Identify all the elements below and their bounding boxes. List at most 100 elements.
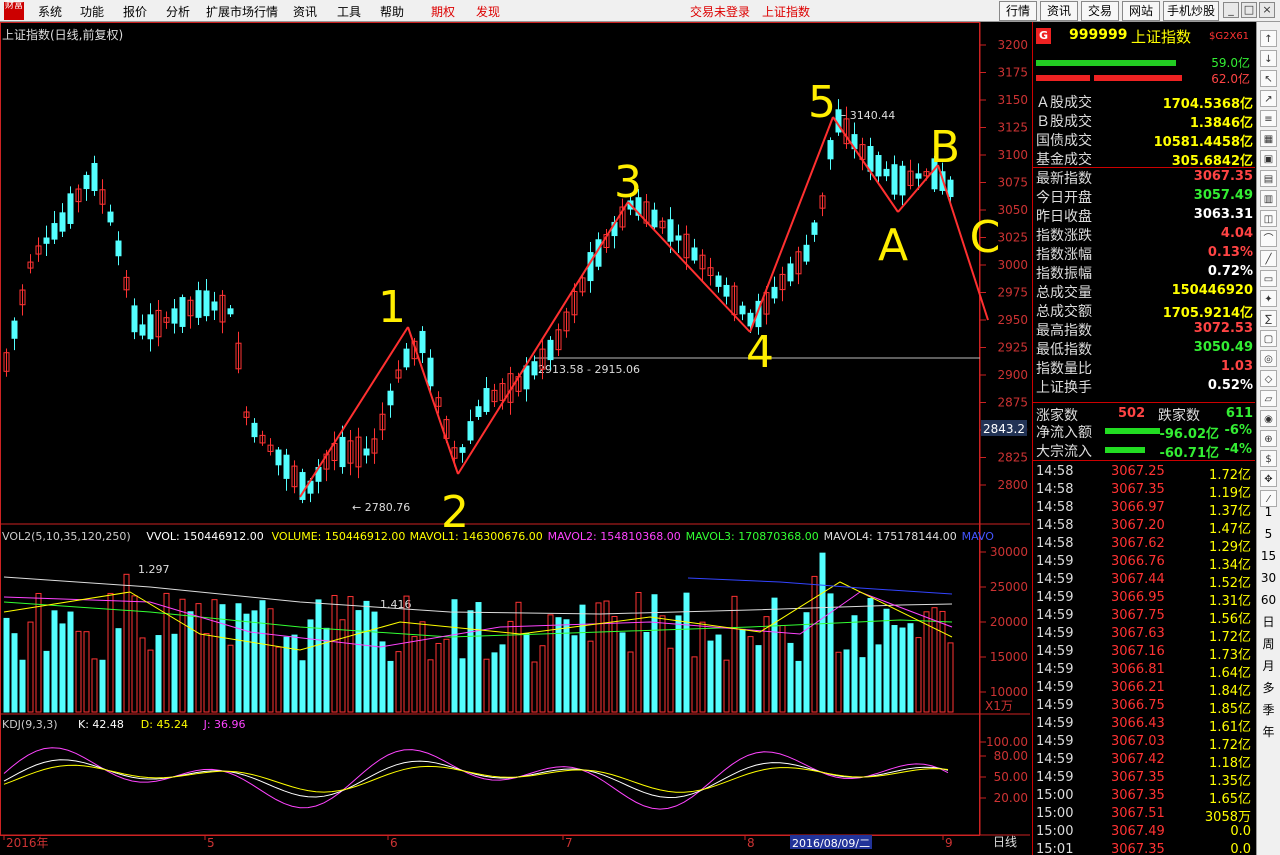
quote-stat-row: 指数振幅 0.72% (1033, 263, 1255, 282)
x-tick-label: 9 (945, 836, 953, 850)
toolbar-button[interactable]: 手机炒股 (1163, 1, 1219, 21)
toolbar-button[interactable]: 资讯 (1040, 1, 1078, 21)
flow-percent: -6% (1224, 423, 1252, 438)
chart-tool-icon[interactable]: ∑ (1260, 310, 1277, 327)
login-status[interactable]: 交易未登录 (690, 3, 750, 20)
period-button[interactable]: 日 (1260, 614, 1277, 631)
volume-bar (371, 611, 378, 713)
active-index-link[interactable]: 上证指数 (762, 3, 810, 20)
toolbar-button[interactable]: 交易 (1081, 1, 1119, 21)
volume-bar (859, 657, 866, 713)
volume-bar (291, 634, 298, 713)
minimize-button[interactable]: _ (1223, 2, 1239, 18)
tick-price: 3067.35 (1111, 842, 1165, 855)
menu-item[interactable]: 功能 (80, 3, 104, 20)
period-button[interactable]: 周 (1260, 636, 1277, 653)
chart-tool-icon[interactable]: ⊕ (1260, 430, 1277, 447)
chart-tool-icon[interactable]: ◫ (1260, 210, 1277, 227)
chart-tool-icon[interactable]: ⌒ (1260, 230, 1277, 247)
chart-tool-icon[interactable]: ◎ (1260, 350, 1277, 367)
chart-tool-icon[interactable]: ▭ (1260, 270, 1277, 287)
maximize-button[interactable]: □ (1241, 2, 1257, 18)
period-button[interactable]: 30 (1260, 570, 1277, 587)
menu-item[interactable]: 发现 (476, 3, 500, 20)
menu-item[interactable]: 系统 (38, 3, 62, 20)
volume-bar (707, 640, 714, 713)
menu-item[interactable]: 分析 (166, 3, 190, 20)
kline-chart[interactable]: 3200317531503125310030753050302530002975… (0, 22, 1030, 855)
period-button[interactable]: 15 (1260, 548, 1277, 565)
quote-stat-row: 指数涨幅 0.13% (1033, 244, 1255, 263)
period-button[interactable]: 5 (1260, 526, 1277, 543)
tick-volume: 1.29亿 (1209, 540, 1251, 555)
chart-tool-icon[interactable]: ↓ (1260, 50, 1277, 67)
divider (1033, 460, 1255, 461)
chart-tool-icon[interactable]: ◇ (1260, 370, 1277, 387)
volume-bar (427, 659, 434, 713)
chart-tool-icon[interactable]: ◉ (1260, 410, 1277, 427)
candle (803, 244, 810, 262)
period-button[interactable]: 月 (1260, 658, 1277, 675)
candle (691, 247, 698, 261)
kdj-legend-item: J: 36.96 (203, 718, 246, 731)
volume-bar (499, 644, 506, 713)
tick-time: 14:59 (1036, 608, 1074, 623)
candle (387, 390, 394, 406)
chart-tool-icon[interactable]: ↗ (1260, 90, 1277, 107)
volume-bar (675, 615, 682, 713)
period-button[interactable]: 60 (1260, 592, 1277, 609)
candle (179, 297, 186, 327)
kline-chart-area[interactable]: 3200 3175 3150 3125 3100 3075 3050 3025 3000 2975… (0, 22, 1030, 855)
chart-tool-icon[interactable]: ✥ (1260, 470, 1277, 487)
tick-time: 15:01 (1036, 842, 1074, 855)
chart-tool-icon[interactable]: ▦ (1260, 130, 1277, 147)
volume-bar (899, 627, 906, 713)
stat-value: 4.04 (1220, 226, 1253, 241)
period-button[interactable]: 多 (1260, 680, 1277, 697)
period-button[interactable]: 年 (1260, 724, 1277, 741)
menu-item[interactable]: 工具 (337, 3, 361, 20)
tick-price: 3067.51 (1111, 806, 1165, 821)
volume-bar (139, 637, 146, 713)
chart-tool-icon[interactable]: ▤ (1260, 170, 1277, 187)
menu-item[interactable]: 帮助 (380, 3, 404, 20)
chart-tool-icon[interactable]: $ (1260, 450, 1277, 467)
stat-value: 3057.49 (1193, 188, 1253, 203)
chart-tool-icon[interactable]: ↖ (1260, 70, 1277, 87)
period-button[interactable]: 季 (1260, 702, 1277, 719)
chart-tool-icon[interactable]: ╱ (1260, 250, 1277, 267)
high-annotation: ← 3140.44 (837, 109, 895, 122)
chart-tool-icon[interactable]: ✦ (1260, 290, 1277, 307)
toolbar-button[interactable]: 行情 (999, 1, 1037, 21)
chart-tool-icon[interactable]: ▢ (1260, 330, 1277, 347)
toolbar-button[interactable]: 网站 (1122, 1, 1160, 21)
chart-tool-icon[interactable]: ▣ (1260, 150, 1277, 167)
tick-row: 14:58 3066.97 1.37亿 (1033, 500, 1255, 519)
period-button[interactable]: 1 (1260, 504, 1277, 521)
tick-volume: 1.56亿 (1209, 612, 1251, 627)
menu-item[interactable]: 资讯 (293, 3, 317, 20)
volume-bar (251, 610, 258, 713)
chart-tool-icon[interactable]: ≡ (1260, 110, 1277, 127)
menu-item[interactable]: 报价 (123, 3, 147, 20)
volume-bar (843, 649, 850, 713)
volume-bar (883, 608, 890, 713)
volume-tick-label: 20000 (990, 615, 1028, 629)
volume-bar (107, 592, 114, 713)
price-tick-label: 3200 (997, 38, 1028, 52)
candle (467, 421, 474, 441)
chart-tool-icon[interactable]: ▥ (1260, 190, 1277, 207)
tick-row: 14:58 3067.62 1.29亿 (1033, 536, 1255, 555)
stat-value: 1705.9214亿 (1162, 306, 1253, 321)
volume-bar (699, 621, 706, 713)
wave-arrow (832, 116, 899, 213)
chart-tool-icon[interactable]: ↑ (1260, 30, 1277, 47)
sell-bar-left (1036, 75, 1090, 81)
volume-bar (515, 601, 522, 713)
menu-item[interactable]: 扩展市场行情 (206, 3, 278, 20)
chart-tool-icon[interactable]: ▱ (1260, 390, 1277, 407)
buy-bar-value: 59.0亿 (1211, 56, 1250, 70)
menu-item[interactable]: 期权 (431, 3, 455, 20)
close-button[interactable]: × (1259, 2, 1275, 18)
volume-legend-item: VVOL: 150446912.00 (146, 530, 263, 543)
